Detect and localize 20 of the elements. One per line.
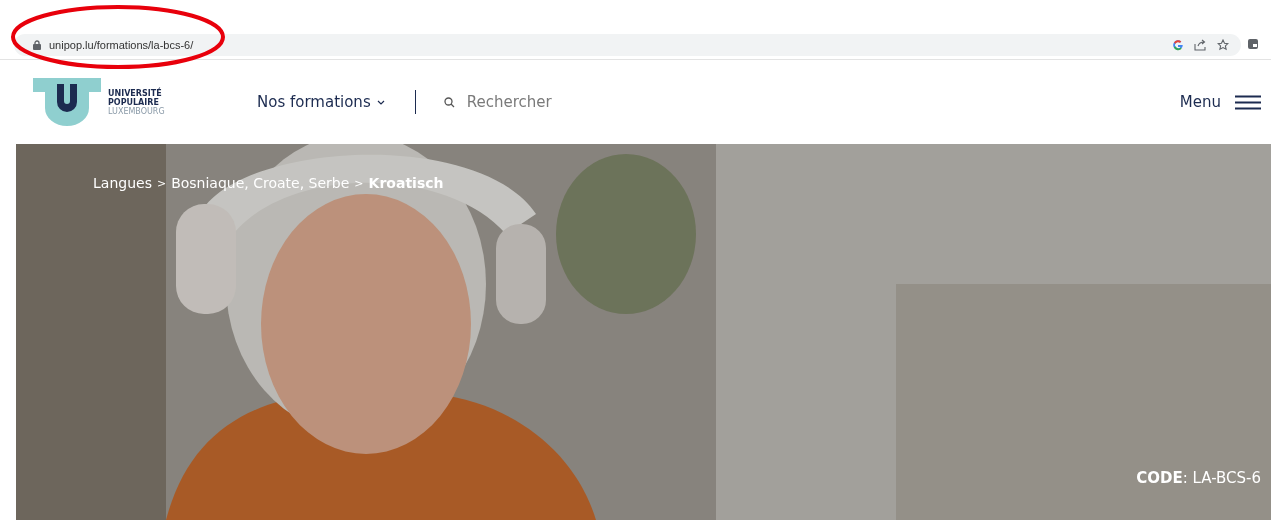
google-icon[interactable] bbox=[1172, 39, 1184, 51]
share-icon[interactable] bbox=[1194, 39, 1207, 51]
extension-icon[interactable] bbox=[1247, 38, 1259, 50]
nav-formations-link[interactable]: Nos formations bbox=[257, 93, 385, 111]
breadcrumb-current: Kroatisch bbox=[368, 175, 444, 191]
logo-text: UNIVERSITÉ bbox=[108, 88, 163, 98]
star-icon[interactable] bbox=[1217, 39, 1229, 51]
chevron-icon bbox=[376, 99, 385, 105]
breadcrumb-separator: > bbox=[354, 176, 364, 190]
search-field[interactable]: Rechercher bbox=[466, 93, 667, 111]
lock-icon bbox=[33, 40, 41, 50]
breadcrumb-separator: > bbox=[156, 176, 167, 190]
logo-text: LUXEMBOURG bbox=[108, 106, 165, 116]
breadcrumb-link[interactable]: Langues bbox=[93, 175, 152, 191]
logo-icon[interactable] bbox=[33, 78, 101, 126]
menu-icon bbox=[1235, 94, 1261, 110]
search-icon bbox=[443, 96, 455, 108]
course-code: CODE: LA-BCS-6 bbox=[1136, 469, 1261, 487]
menu-button[interactable]: Menu bbox=[1179, 93, 1261, 111]
logo-text: POPULAIRE bbox=[108, 97, 160, 107]
